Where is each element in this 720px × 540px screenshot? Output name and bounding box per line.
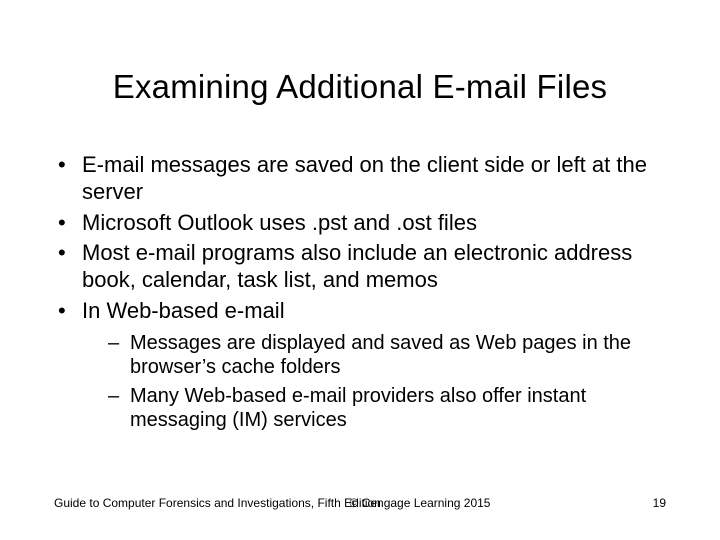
sub-bullet-list: Messages are displayed and saved as Web … — [82, 331, 672, 433]
bullet-text: In Web-based e-mail — [82, 298, 285, 323]
list-item: In Web-based e-mail Messages are display… — [54, 298, 672, 432]
list-item: Many Web-based e-mail providers also off… — [108, 384, 672, 433]
bullet-text: E-mail messages are saved on the client … — [82, 152, 647, 204]
list-item: Microsoft Outlook uses .pst and .ost fil… — [54, 210, 672, 237]
sub-bullet-text: Messages are displayed and saved as Web … — [130, 332, 631, 378]
slide-title: Examining Additional E-mail Files — [0, 68, 720, 106]
slide: Examining Additional E-mail Files E-mail… — [0, 0, 720, 540]
list-item: Messages are displayed and saved as Web … — [108, 331, 672, 380]
bullet-text: Microsoft Outlook uses .pst and .ost fil… — [82, 210, 477, 235]
bullet-list: E-mail messages are saved on the client … — [54, 152, 672, 433]
list-item: E-mail messages are saved on the client … — [54, 152, 672, 206]
sub-bullet-text: Many Web-based e-mail providers also off… — [130, 385, 586, 431]
bullet-text: Most e-mail programs also include an ele… — [82, 240, 632, 292]
slide-body: E-mail messages are saved on the client … — [54, 152, 672, 437]
list-item: Most e-mail programs also include an ele… — [54, 240, 672, 294]
footer-copyright: © Cengage Learning 2015 — [0, 496, 720, 510]
footer-page-number: 19 — [653, 496, 666, 510]
